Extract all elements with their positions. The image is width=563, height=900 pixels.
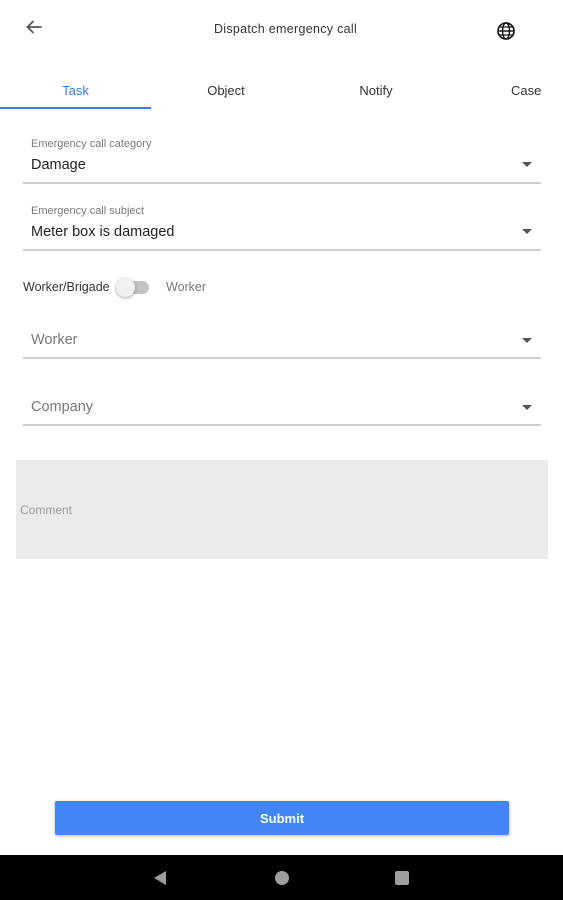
nav-recents-icon[interactable]	[395, 871, 409, 885]
nav-back-icon[interactable]	[154, 871, 166, 885]
tab-notify[interactable]: Notify	[301, 72, 451, 108]
page-title: Dispatch emergency call	[213, 22, 358, 36]
company-select[interactable]: Company	[23, 389, 541, 427]
category-select[interactable]: Emergency call category Damage	[23, 132, 541, 185]
language-button[interactable]	[490, 16, 522, 46]
field-underline	[23, 182, 541, 184]
toggle-left-label: Worker/Brigade	[23, 280, 110, 294]
worker-placeholder: Worker	[31, 332, 78, 348]
subject-label: Emergency call subject	[31, 205, 145, 217]
subject-value: Meter box is damaged	[31, 224, 175, 240]
nav-home-icon[interactable]	[275, 871, 289, 885]
globe-icon	[497, 22, 515, 40]
category-label: Emergency call category	[31, 138, 152, 150]
field-underline	[23, 424, 541, 426]
tab-case[interactable]: Case	[490, 72, 563, 108]
chevron-down-icon	[522, 338, 532, 343]
chevron-down-icon	[522, 162, 532, 167]
category-value: Damage	[31, 157, 86, 173]
chevron-down-icon	[522, 405, 532, 410]
chevron-down-icon	[522, 229, 532, 234]
subject-select[interactable]: Emergency call subject Meter box is dama…	[23, 199, 541, 252]
active-tab-indicator	[0, 107, 151, 109]
tab-object[interactable]: Object	[151, 72, 301, 108]
tab-task[interactable]: Task	[0, 72, 151, 108]
field-underline	[23, 357, 541, 359]
comment-textarea[interactable]	[16, 460, 548, 559]
comment-placeholder: Comment	[20, 503, 73, 517]
toggle-right-label: Worker	[166, 280, 207, 294]
toggle-thumb[interactable]	[116, 278, 135, 297]
company-placeholder: Company	[31, 399, 94, 415]
field-underline	[23, 249, 541, 251]
worker-select[interactable]: Worker	[23, 322, 541, 360]
submit-button[interactable]: Submit	[55, 801, 509, 835]
